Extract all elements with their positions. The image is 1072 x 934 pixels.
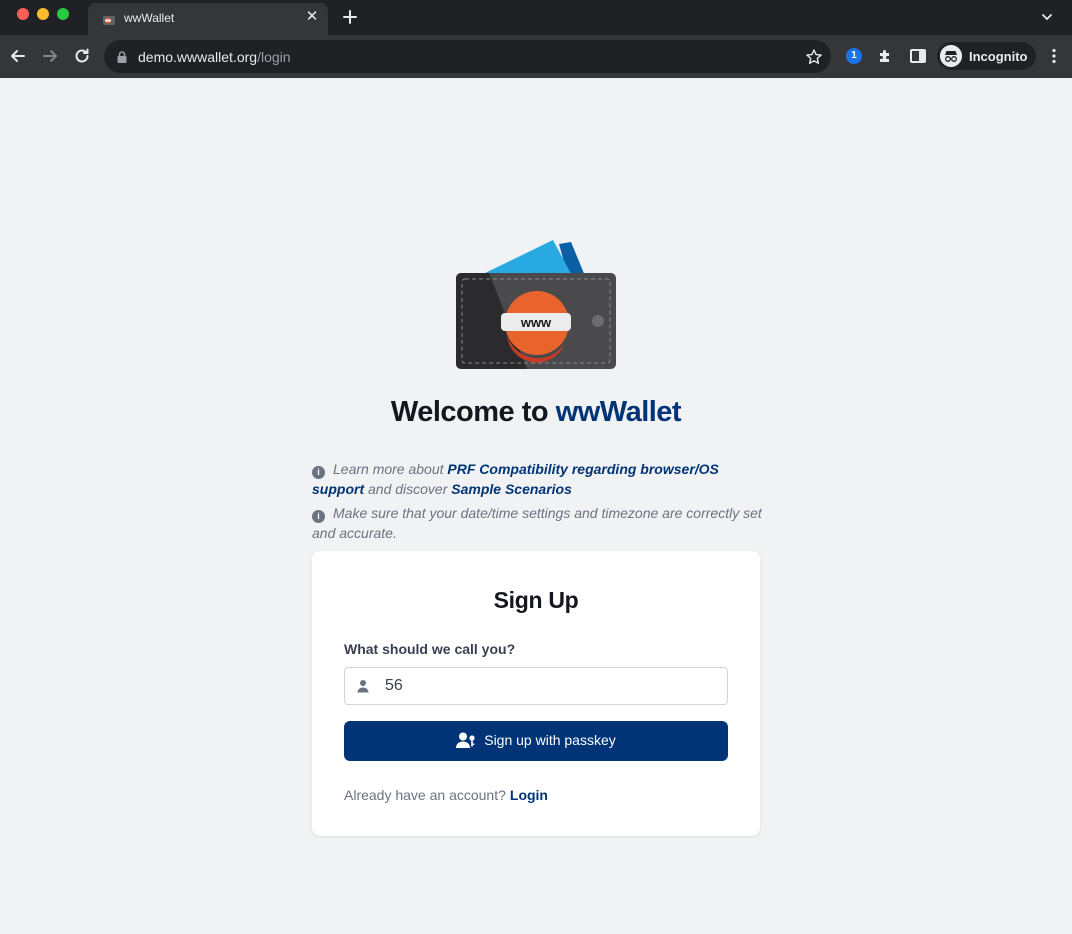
- address-bar[interactable]: demo.wwwallet.org/login: [104, 40, 831, 73]
- window-minimize-dot[interactable]: [37, 8, 49, 20]
- password-manager-extension-icon[interactable]: 1: [846, 48, 862, 64]
- window-zoom-dot[interactable]: [57, 8, 69, 20]
- back-arrow-icon[interactable]: [8, 46, 28, 66]
- url-text: demo.wwwallet.org/login: [138, 49, 291, 65]
- new-tab-icon[interactable]: [340, 7, 360, 27]
- chevron-down-icon[interactable]: [1040, 10, 1054, 24]
- incognito-profile-button[interactable]: Incognito: [937, 42, 1036, 70]
- info-text: Make sure that your date/time settings a…: [312, 505, 762, 541]
- more-menu-icon[interactable]: [1044, 46, 1064, 66]
- signup-passkey-button[interactable]: Sign up with passkey: [344, 721, 728, 761]
- wallet-favicon-icon: [103, 16, 115, 25]
- name-input[interactable]: [385, 672, 715, 700]
- extensions-puzzle-icon[interactable]: [876, 46, 896, 66]
- browser-toolbar: demo.wwwallet.org/login 1 Incognito: [0, 35, 1072, 78]
- info-compatibility: i Learn more about PRF Compatibility rega…: [312, 459, 762, 499]
- lock-icon[interactable]: [116, 50, 128, 64]
- reload-icon[interactable]: [72, 46, 92, 66]
- login-prompt-text: Already have an account?: [344, 787, 506, 803]
- wallet-logo: www: [456, 240, 616, 369]
- url-path: /login: [257, 49, 291, 65]
- passkey-icon: [456, 732, 475, 748]
- info-icon: i: [312, 510, 325, 523]
- signup-card: Sign Up What should we call you? Sign up…: [312, 551, 760, 836]
- signup-passkey-label: Sign up with passkey: [484, 731, 616, 748]
- tab-title: wwWallet: [124, 11, 175, 25]
- close-tab-icon[interactable]: ✕: [304, 9, 320, 25]
- url-host: demo.wwwallet.org: [138, 49, 258, 65]
- forward-arrow-icon[interactable]: [40, 46, 60, 66]
- page-title-prefix: Welcome to: [390, 396, 556, 428]
- info-datetime: i Make sure that your date/time settings …: [312, 503, 762, 543]
- user-icon: [357, 680, 369, 693]
- side-panel-icon[interactable]: [908, 46, 928, 66]
- browser-tab-strip: wwWallet ✕: [0, 0, 1072, 35]
- incognito-icon: [940, 45, 962, 67]
- sample-scenarios-link[interactable]: Sample Scenarios: [451, 481, 572, 497]
- info-text: Learn more about: [333, 461, 448, 477]
- login-link[interactable]: Login: [510, 787, 548, 803]
- login-prompt: Already have an account? Login: [344, 787, 548, 803]
- info-text: and discover: [364, 481, 452, 497]
- page-title-brand: wwWallet: [555, 396, 682, 428]
- bookmark-star-icon[interactable]: [805, 48, 823, 66]
- name-field[interactable]: [344, 667, 728, 705]
- browser-tab[interactable]: wwWallet ✕: [88, 3, 328, 35]
- signup-title: Sign Up: [493, 587, 579, 613]
- logo-badge-text: www: [520, 315, 552, 330]
- page-title: Welcome to wwWallet: [0, 396, 1072, 429]
- name-field-label: What should we call you?: [344, 641, 516, 657]
- window-close-dot[interactable]: [17, 8, 29, 20]
- info-icon: i: [312, 466, 325, 479]
- profile-label: Incognito: [969, 49, 1028, 64]
